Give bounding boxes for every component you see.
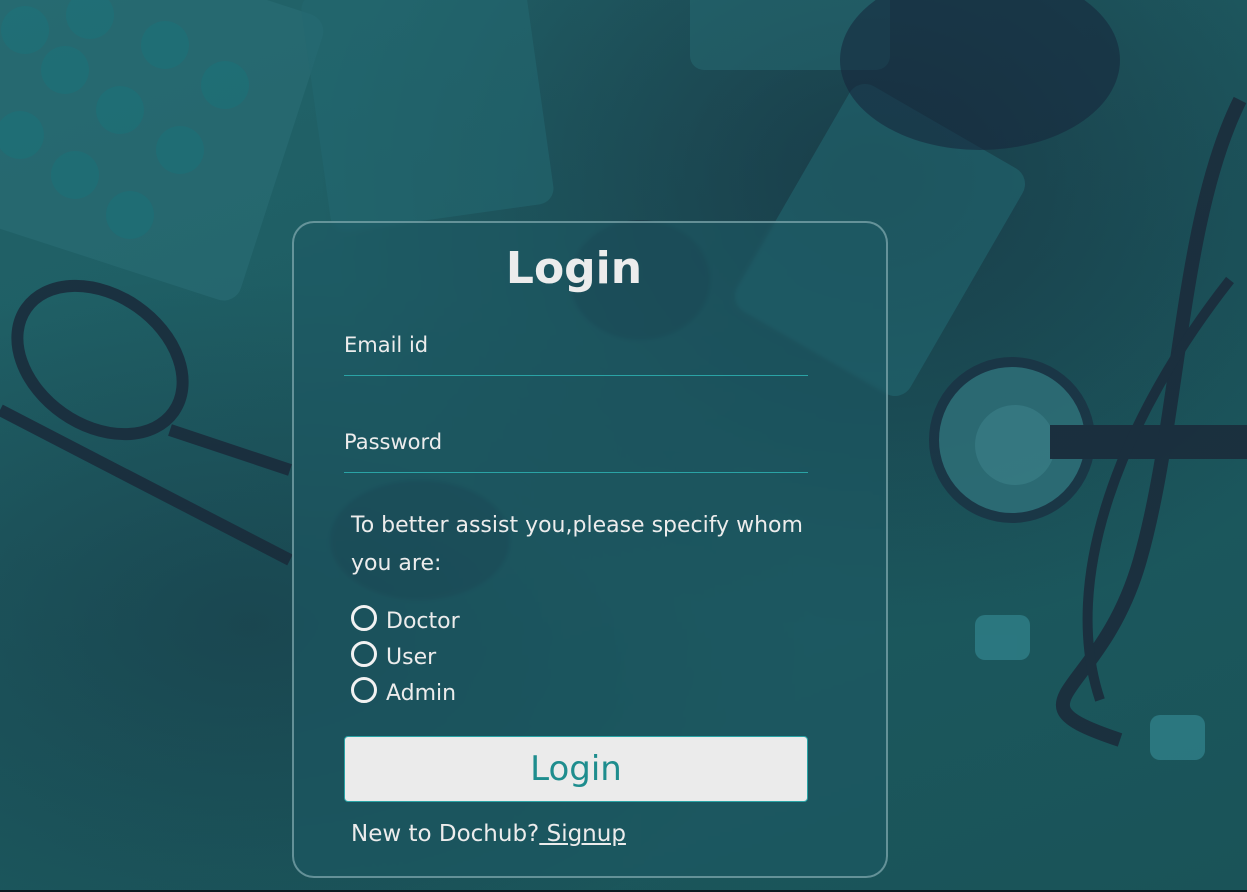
- role-label-doctor: Doctor: [386, 608, 460, 634]
- login-card: Login Email id Password To better assist…: [292, 221, 888, 878]
- role-option-admin[interactable]: Admin: [351, 675, 460, 711]
- password-field[interactable]: Password: [344, 422, 812, 474]
- radio-circle-icon[interactable]: [351, 641, 377, 667]
- radio-circle-icon[interactable]: [351, 677, 377, 703]
- signup-link[interactable]: Signup: [539, 821, 626, 847]
- login-title: Login: [505, 243, 643, 294]
- email-input[interactable]: [344, 325, 812, 377]
- role-prompt: To better assist you,please specify whom…: [351, 513, 803, 576]
- signup-prompt-text: New to Dochub?: [351, 821, 540, 847]
- login-button[interactable]: Login: [344, 736, 808, 802]
- email-field[interactable]: Email id: [344, 325, 812, 377]
- password-input[interactable]: [344, 422, 812, 474]
- role-label-user: User: [386, 644, 437, 670]
- role-option-user[interactable]: User: [351, 639, 460, 675]
- role-label-admin: Admin: [386, 680, 457, 706]
- radio-circle-icon[interactable]: [351, 605, 377, 631]
- role-option-doctor[interactable]: Doctor: [351, 603, 460, 639]
- role-radio-group: Doctor User Admin: [351, 603, 460, 711]
- signup-prompt: New to Dochub? Signup: [351, 821, 626, 847]
